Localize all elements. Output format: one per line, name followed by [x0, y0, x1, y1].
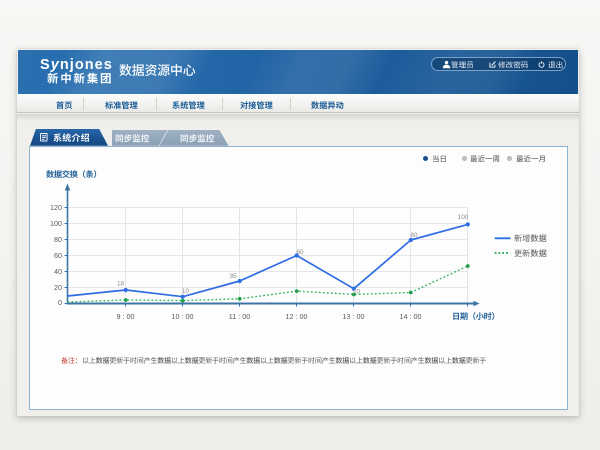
- svg-text:80: 80: [410, 232, 418, 239]
- svg-text:100: 100: [50, 219, 62, 228]
- svg-text:60: 60: [296, 249, 304, 256]
- svg-text:100: 100: [458, 214, 469, 221]
- svg-text:40: 40: [54, 267, 62, 276]
- svg-text:14 : 00: 14 : 00: [400, 312, 422, 321]
- svg-text:120: 120: [50, 203, 62, 212]
- svg-text:80: 80: [54, 235, 62, 244]
- svg-text:11 : 00: 11 : 00: [229, 312, 250, 321]
- svg-text:60: 60: [54, 251, 62, 260]
- svg-text:18: 18: [117, 281, 125, 288]
- svg-text:0: 0: [58, 298, 62, 307]
- svg-text:10: 10: [182, 288, 190, 295]
- svg-text:12 : 00: 12 : 00: [286, 312, 308, 321]
- svg-text:10: 10: [353, 288, 361, 295]
- svg-text:10 : 00: 10 : 00: [172, 312, 194, 321]
- svg-text:20: 20: [54, 283, 62, 292]
- svg-text:9 : 00: 9 : 00: [117, 312, 135, 321]
- svg-text:35: 35: [229, 273, 237, 280]
- svg-text:13 : 00: 13 : 00: [343, 312, 365, 321]
